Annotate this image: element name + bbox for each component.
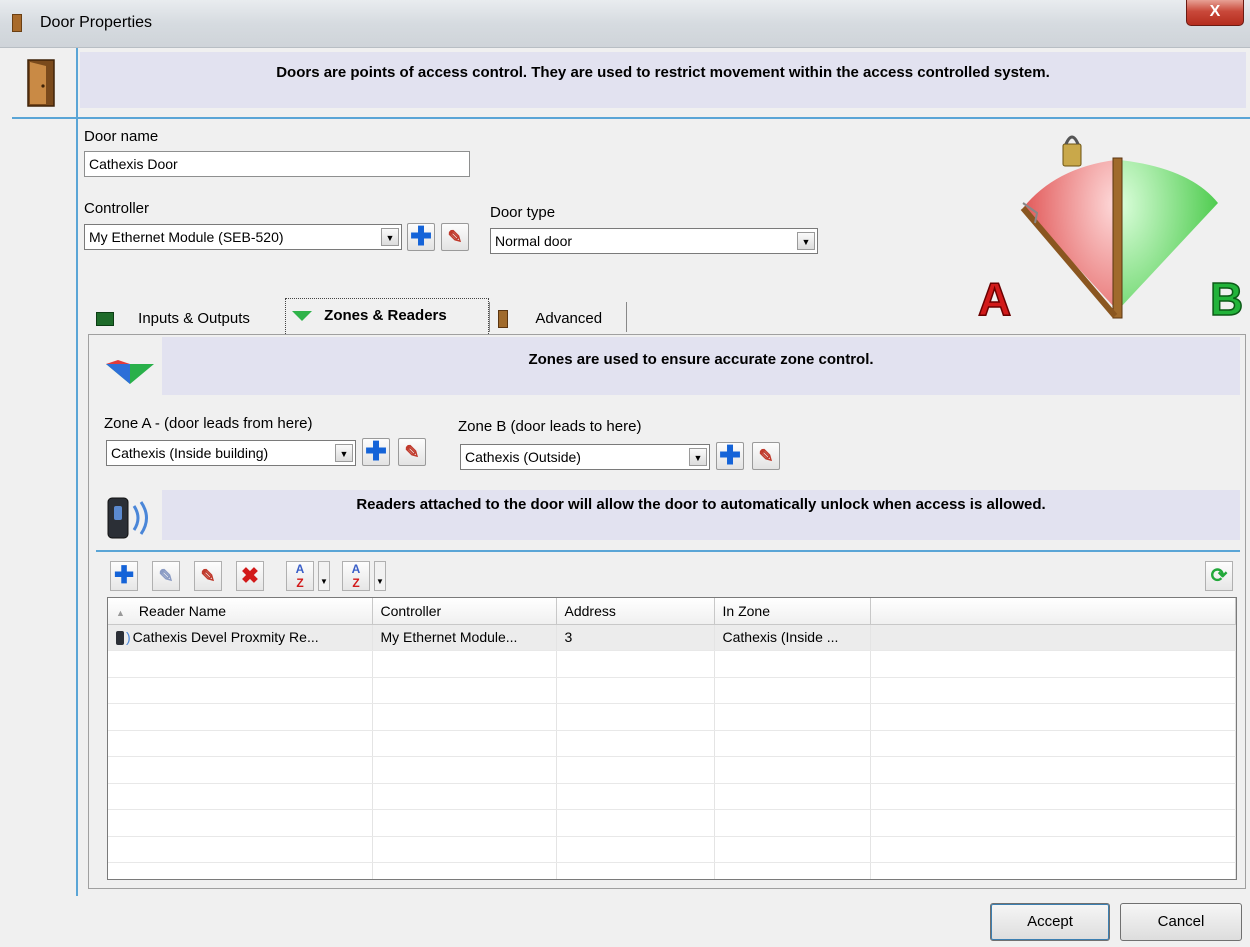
table-row[interactable] (108, 756, 1236, 784)
tab-divider (626, 302, 627, 332)
table-row[interactable] (108, 650, 1236, 678)
table-header: ▲ Reader Name Controller Address In Zone (108, 598, 1236, 625)
reader-icon (107, 497, 148, 539)
table-row[interactable] (108, 862, 1236, 879)
zones-info-text: Zones are used to ensure accurate zone c… (528, 351, 874, 368)
header-divider (12, 117, 1250, 119)
column-in-zone[interactable]: In Zone (714, 598, 871, 625)
close-button[interactable]: X (1186, 0, 1244, 26)
chevron-down-icon[interactable]: ▼ (335, 444, 353, 462)
column-address[interactable]: Address (556, 598, 715, 625)
table-row[interactable] (108, 783, 1236, 810)
zone-a-label: Zone A - (door leads from here) (104, 415, 313, 432)
sort-arrow-icon: ▲ (116, 607, 125, 618)
controller-label: Controller (84, 200, 150, 217)
add-zone-b-button[interactable]: ✚ (716, 442, 744, 470)
edit-controller-button[interactable]: ✎ (441, 223, 469, 251)
controller-select[interactable]: My Ethernet Module (SEB-520) ▼ (84, 224, 402, 250)
readers-divider (96, 550, 1240, 552)
column-reader-name[interactable]: ▲ Reader Name (108, 598, 373, 625)
chevron-down-icon[interactable]: ▼ (797, 232, 815, 250)
table-row[interactable] (108, 809, 1236, 837)
tab-label: Advanced (535, 310, 603, 327)
add-zone-a-button[interactable]: ✚ (362, 438, 390, 466)
door-app-icon (12, 14, 22, 32)
info-text: Doors are points of access control. They… (276, 64, 1050, 81)
door-name-label: Door name (84, 128, 159, 145)
tab-divider (489, 302, 490, 332)
title-bar: Door Properties X (0, 0, 1250, 48)
table-row[interactable] (108, 677, 1236, 704)
blank-cell (870, 624, 1236, 651)
controller-value: My Ethernet Module (SEB-520) (89, 229, 284, 245)
info-banner: Doors are points of access control. They… (80, 52, 1246, 108)
edit-zone-b-button[interactable]: ✎ (752, 442, 780, 470)
side-b-area (1120, 160, 1218, 308)
readers-info-banner: Readers attached to the door will allow … (162, 490, 1240, 540)
chevron-down-icon[interactable]: ▼ (689, 448, 707, 466)
window-title: Door Properties (40, 14, 153, 31)
tab-label: Inputs & Outputs (138, 310, 250, 327)
door-icon (498, 310, 508, 329)
refresh-icon[interactable]: ⟳ (1205, 561, 1233, 591)
add-reader-button[interactable]: ✚ (110, 561, 138, 591)
address-cell: 3 (556, 624, 715, 651)
zone-cell: Cathexis (Inside ... (714, 624, 871, 651)
reader-name-cell: ) Cathexis Devel Proxmity Re... (108, 624, 373, 651)
door-type-label: Door type (490, 204, 556, 221)
delete-reader-button[interactable]: ✖ (236, 561, 264, 591)
zone-b-select[interactable]: Cathexis (Outside) ▼ (460, 444, 710, 470)
edit-zone-a-button[interactable]: ✎ (398, 438, 426, 466)
door-type-select[interactable]: Normal door ▼ (490, 228, 818, 254)
edit-properties-button[interactable]: ✎ (152, 561, 180, 591)
readers-table[interactable]: ▲ Reader Name Controller Address In Zone … (107, 597, 1237, 880)
table-row[interactable] (108, 730, 1236, 757)
sort-dropdown[interactable]: ▼ (318, 561, 330, 591)
edit-reader-button[interactable]: ✎ (194, 561, 222, 591)
sort-ascending-button[interactable]: AZ (342, 561, 370, 591)
reader-icon (116, 631, 124, 646)
io-icon (96, 312, 114, 327)
gutter-divider (76, 48, 78, 896)
side-a-area (1023, 160, 1115, 308)
sort-descending-button[interactable]: AZ (286, 561, 314, 591)
column-blank (870, 598, 1236, 625)
lock-icon (1062, 143, 1082, 167)
controller-cell: My Ethernet Module... (372, 624, 557, 651)
chevron-down-icon[interactable]: ▼ (381, 228, 399, 246)
readers-info-text: Readers attached to the door will allow … (356, 496, 1046, 513)
table-row[interactable] (108, 836, 1236, 863)
column-controller[interactable]: Controller (372, 598, 557, 625)
door-swing-diagram (1020, 135, 1218, 319)
door-name-input[interactable]: Cathexis Door (84, 151, 470, 177)
door-type-value: Normal door (495, 233, 573, 249)
cancel-button[interactable]: Cancel (1120, 903, 1242, 941)
door-icon (27, 59, 55, 107)
door-frame (1112, 157, 1123, 319)
zone-a-select[interactable]: Cathexis (Inside building) ▼ (106, 440, 356, 466)
zone-a-value: Cathexis (Inside building) (111, 445, 269, 461)
tab-inputs-outputs[interactable]: Inputs & Outputs (96, 304, 282, 334)
zones-info-banner: Zones are used to ensure accurate zone c… (162, 337, 1240, 395)
left-gutter (0, 48, 78, 895)
zone-b-value: Cathexis (Outside) (465, 449, 581, 465)
add-controller-button[interactable]: ✚ (407, 223, 435, 251)
accept-button[interactable]: Accept (990, 903, 1110, 941)
table-row[interactable] (108, 703, 1236, 731)
zones-icon (292, 311, 312, 322)
side-a-label: A (977, 272, 1012, 326)
tab-advanced[interactable]: Advanced (498, 304, 628, 334)
zones-icon (106, 360, 154, 384)
zone-b-label: Zone B (door leads to here) (458, 418, 642, 435)
tab-zones-readers[interactable]: Zones & Readers (285, 298, 489, 334)
side-b-label: B (1209, 272, 1244, 326)
sort-dropdown[interactable]: ▼ (374, 561, 386, 591)
tab-label: Zones & Readers (324, 307, 447, 324)
table-row[interactable]: ) Cathexis Devel Proxmity Re... My Ethern… (108, 624, 1236, 651)
